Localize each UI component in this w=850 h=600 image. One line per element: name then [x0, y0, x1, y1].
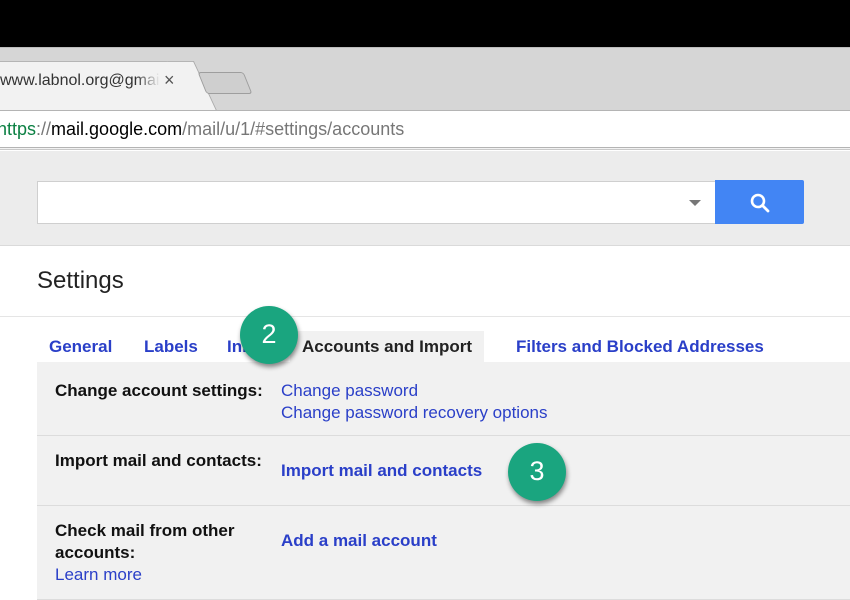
row-label: Import mail and contacts:	[55, 451, 262, 470]
url-host: mail.google.com	[51, 119, 183, 139]
browser-tab-title: www.labnol.org@gmail.com	[0, 72, 160, 89]
close-tab-icon[interactable]: ×	[164, 70, 175, 91]
url-text: https://mail.google.com/mail/u/1/#settin…	[0, 119, 404, 140]
caret-down-icon[interactable]	[689, 200, 701, 206]
row-value: Add a mail account	[281, 530, 437, 552]
url-scheme: https	[0, 119, 37, 139]
row-label-text: Check mail from other accounts:	[55, 521, 235, 562]
settings-row-check-mail: Check mail from other accounts: Learn mo…	[37, 506, 850, 600]
tab-accounts-and-import[interactable]: Accounts and Import	[290, 331, 485, 363]
page-title: Settings	[37, 267, 124, 294]
tab-filters-and-blocked-addresses[interactable]: Filters and Blocked Addresses	[516, 331, 764, 363]
search-icon	[750, 193, 770, 213]
row-value: Import mail and contacts	[281, 460, 482, 482]
search-button[interactable]	[715, 180, 804, 224]
divider	[0, 316, 850, 317]
row-value: Change password Change password recovery…	[281, 380, 547, 424]
browser-tabstrip: www.labnol.org@gmail.com ×	[0, 47, 850, 111]
settings-row-change-account: Change account settings: Change password…	[37, 362, 850, 436]
change-password-recovery-link[interactable]: Change password recovery options	[281, 402, 547, 424]
learn-more-link[interactable]: Learn more	[55, 564, 265, 586]
new-tab-button[interactable]	[197, 72, 253, 94]
address-bar[interactable]: https://mail.google.com/mail/u/1/#settin…	[0, 110, 850, 148]
search-input[interactable]	[37, 181, 715, 224]
step-3-badge: 3	[508, 443, 566, 501]
change-password-link[interactable]: Change password	[281, 380, 547, 402]
screen-top-bezel	[0, 0, 850, 47]
row-label: Check mail from other accounts: Learn mo…	[55, 520, 265, 586]
add-mail-account-link[interactable]: Add a mail account	[281, 530, 437, 552]
url-separator: ://	[36, 119, 52, 139]
address-bar-container: https://mail.google.com/mail/u/1/#settin…	[0, 110, 850, 150]
step-2-badge: 2	[240, 306, 298, 364]
gmail-header	[0, 151, 850, 246]
browser-tab-active[interactable]: www.labnol.org@gmail.com ×	[0, 61, 190, 111]
settings-tabs: General Labels Inbox Accounts and Import…	[37, 331, 850, 363]
settings-table: Change account settings: Change password…	[37, 362, 850, 600]
tab-general[interactable]: General	[49, 331, 112, 363]
url-path: /mail/u/1/#settings/accounts	[182, 119, 405, 139]
settings-row-import: Import mail and contacts: Import mail an…	[37, 436, 850, 506]
tab-labels[interactable]: Labels	[144, 331, 198, 363]
row-label: Change account settings:	[55, 381, 263, 400]
import-mail-and-contacts-link[interactable]: Import mail and contacts	[281, 460, 482, 482]
